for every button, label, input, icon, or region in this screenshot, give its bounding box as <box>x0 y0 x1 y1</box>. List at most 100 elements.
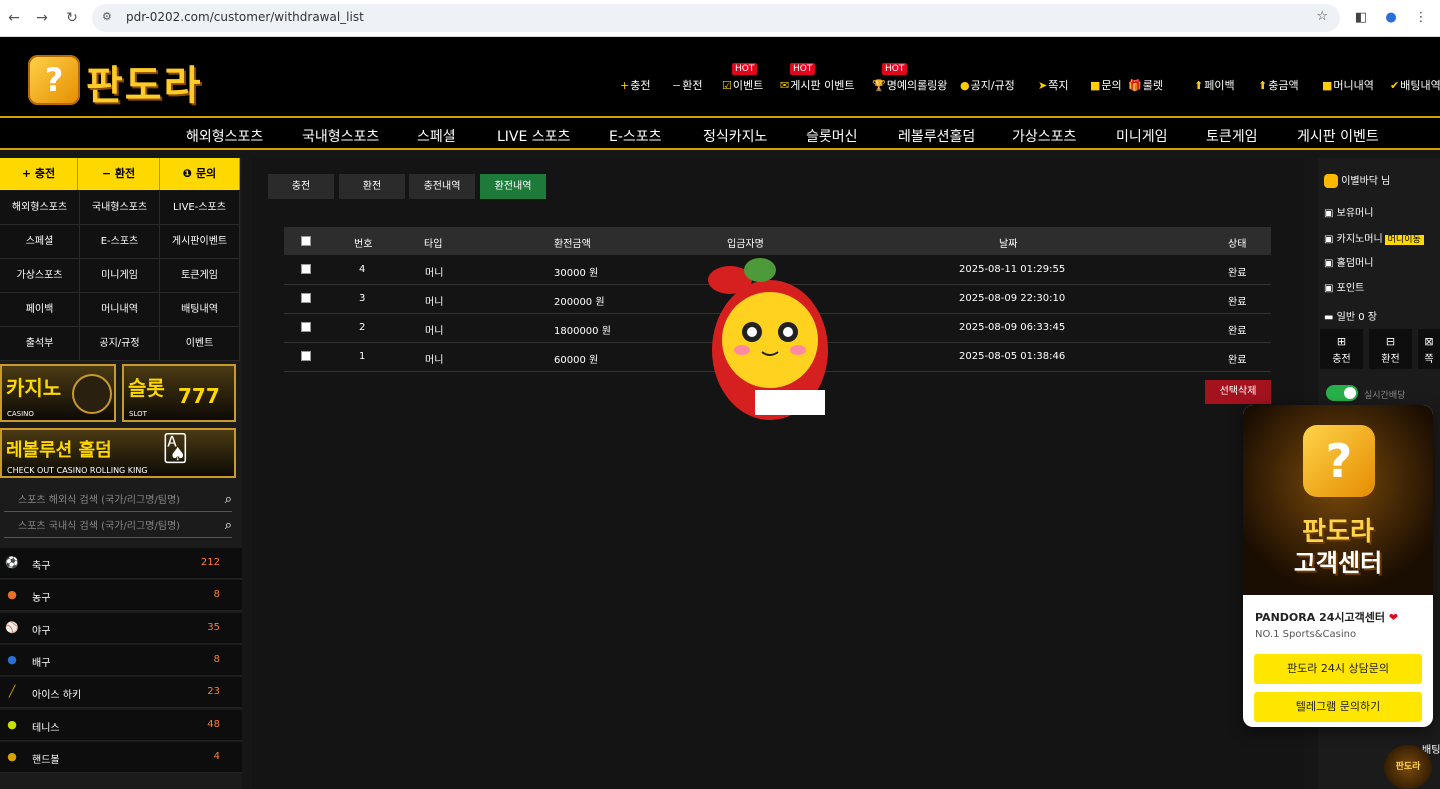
delete-selected-button[interactable]: 선택삭제 <box>1205 380 1271 404</box>
top-link-0[interactable]: +충전 <box>620 77 650 93</box>
sidebar-menu-item-7[interactable]: 미니게임 <box>80 259 160 293</box>
sport-icon: ● <box>7 717 17 731</box>
main-nav-item-5[interactable]: 정식카지노 <box>703 126 767 146</box>
sport-row[interactable]: ● 테니스 48 <box>0 709 242 741</box>
sidebar-menu-item-8[interactable]: 토큰게임 <box>160 259 240 293</box>
top-link-2[interactable]: ☑이벤트 HOT <box>722 63 763 93</box>
sport-row[interactable]: ● 농구 8 <box>0 580 242 612</box>
sport-name: 축구 <box>32 561 51 572</box>
main-nav-item-3[interactable]: LIVE 스포츠 <box>497 126 570 146</box>
top-link-7[interactable]: ■문의 <box>1090 77 1122 93</box>
row-checkbox[interactable] <box>301 293 311 303</box>
sidebar-menu-item-9[interactable]: 페이백 <box>0 293 80 327</box>
cell-amount: 1800000 원 <box>554 326 611 337</box>
main-nav-item-4[interactable]: E-스포츠 <box>609 126 662 146</box>
top-link-label: 게시판 이벤트 <box>790 79 855 92</box>
logo-mark[interactable]: ? <box>28 55 80 105</box>
telegram-inquiry-button[interactable]: 텔레그램 문의하기 <box>1254 692 1422 722</box>
main-nav-item-1[interactable]: 국내형스포츠 <box>302 126 379 146</box>
bookmark-star-icon[interactable]: ☆ <box>1316 9 1328 24</box>
top-link-label: 룰렛 <box>1142 79 1163 92</box>
sidebar-menu-item-11[interactable]: 배팅내역 <box>160 293 240 327</box>
back-icon[interactable]: ← <box>4 8 24 28</box>
main-nav-item-10[interactable]: 토큰게임 <box>1206 126 1258 146</box>
consult-button[interactable]: 판도라 24시 상담문의 <box>1254 654 1422 684</box>
main-nav-item-2[interactable]: 스페셜 <box>417 126 456 146</box>
main-nav-item-8[interactable]: 가상스포츠 <box>1012 126 1076 146</box>
menu-kebab-icon[interactable]: ⋮ <box>1412 9 1430 27</box>
top-link-label: 충금액 <box>1268 79 1299 92</box>
sidebar-menu-item-13[interactable]: 공지/규정 <box>80 327 160 361</box>
panel-note-button[interactable]: ⊠ 쪽 <box>1418 329 1440 369</box>
sidebar-menu-item-1[interactable]: 국내형스포츠 <box>80 191 160 225</box>
row-checkbox[interactable] <box>301 264 311 274</box>
user-level-icon <box>1324 174 1338 188</box>
sidebar-menu-item-2[interactable]: LIVE-스포츠 <box>160 191 240 225</box>
profile-icon[interactable]: ● <box>1382 9 1400 27</box>
sidebar-inquiry-button[interactable]: ❶ 문의 <box>160 158 240 190</box>
top-link-9[interactable]: ⬆페이백 <box>1194 77 1235 93</box>
cell-status: 완료 <box>1228 355 1247 366</box>
sidebar-menu-item-4[interactable]: E-스포츠 <box>80 225 160 259</box>
logo-text[interactable]: 판도라 <box>86 53 202 111</box>
sport-row[interactable]: ⚽ 축구 212 <box>0 548 242 579</box>
domestic-search-input[interactable] <box>4 516 204 536</box>
sport-row[interactable]: ⚾ 야구 35 <box>0 612 242 644</box>
holdem-banner[interactable]: 레볼루션 홀덤 CHECK OUT CASINO ROLLING KING 🂡 <box>0 428 236 478</box>
toggle-knob <box>1344 387 1356 399</box>
sport-row[interactable]: ╱ 아이스 하키 23 <box>0 677 242 709</box>
top-link-icon: ● <box>960 79 970 92</box>
sport-row[interactable]: ● 핸드볼 4 <box>0 741 242 773</box>
panel-exchange-button[interactable]: ⊟ 환전 <box>1369 329 1412 369</box>
row-checkbox[interactable] <box>301 322 311 332</box>
sidebar-menu-item-14[interactable]: 이벤트 <box>160 327 240 361</box>
main-nav-item-9[interactable]: 미니게임 <box>1116 126 1168 146</box>
tab-0[interactable]: 충전 <box>268 174 334 199</box>
realtime-odds-toggle[interactable] <box>1326 385 1358 401</box>
sidebar-exchange-button[interactable]: − 환전 <box>78 158 160 190</box>
money-move-button[interactable]: 머니이동 <box>1384 235 1424 245</box>
site-info-icon[interactable]: ⚙ <box>102 10 112 23</box>
sport-icon: ╱ <box>8 685 16 699</box>
slot-banner[interactable]: 슬롯 SLOT 777 <box>122 364 236 422</box>
overseas-search-input[interactable] <box>4 490 204 510</box>
casino-banner[interactable]: 카지노 CASINO <box>0 364 116 422</box>
side-panel-icon[interactable]: ◧ <box>1352 9 1370 27</box>
tab-1[interactable]: 환전 <box>339 174 405 199</box>
top-link-4[interactable]: 🏆명예의롤링왕 HOT <box>872 63 947 93</box>
select-all-checkbox[interactable] <box>301 236 311 246</box>
address-bar[interactable]: ⚙ pdr-0202.com/customer/withdrawal_list … <box>92 4 1340 32</box>
cell-date: 2025-08-05 01:38:46 <box>959 351 1066 362</box>
main-nav-item-0[interactable]: 해외형스포츠 <box>186 126 263 146</box>
top-link-3[interactable]: ✉게시판 이벤트 HOT <box>780 63 855 93</box>
top-link-11[interactable]: ■머니내역 <box>1322 77 1374 93</box>
top-link-1[interactable]: −환전 <box>672 77 702 93</box>
top-link-6[interactable]: ➤쪽지 <box>1038 77 1068 93</box>
tab-3[interactable]: 환전내역 <box>480 174 546 199</box>
top-link-10[interactable]: ⬆충금액 <box>1258 77 1299 93</box>
customer-center-float-button[interactable]: 판도라 <box>1384 745 1432 789</box>
main-nav-item-6[interactable]: 슬롯머신 <box>806 126 858 146</box>
sport-name: 배구 <box>32 657 51 669</box>
main-nav-item-7[interactable]: 레볼루션홀덤 <box>898 126 975 146</box>
tab-2[interactable]: 충전내역 <box>409 174 475 199</box>
main-nav-item-11[interactable]: 게시판 이벤트 <box>1297 126 1379 146</box>
sidebar-charge-button[interactable]: + 충전 <box>0 158 78 190</box>
top-link-5[interactable]: ●공지/규정 <box>960 77 1015 93</box>
sidebar-menu-item-10[interactable]: 머니내역 <box>80 293 160 327</box>
sidebar-menu-item-5[interactable]: 게시판이벤트 <box>160 225 240 259</box>
panel-charge-button[interactable]: ⊞ 충전 <box>1320 329 1363 369</box>
top-link-12[interactable]: ✔배팅내역 <box>1390 77 1440 93</box>
row-checkbox[interactable] <box>301 351 311 361</box>
sidebar-menu-item-0[interactable]: 해외형스포츠 <box>0 191 80 225</box>
sport-row[interactable]: ● 배구 8 <box>0 644 242 676</box>
sidebar-menu-item-3[interactable]: 스페셜 <box>0 225 80 259</box>
reload-icon[interactable]: ↻ <box>62 8 82 28</box>
forward-icon[interactable]: → <box>32 8 52 28</box>
top-link-8[interactable]: 🎁룰렛 <box>1128 77 1163 93</box>
sidebar-menu-item-12[interactable]: 출석부 <box>0 327 80 361</box>
search-icon[interactable]: ⌕ <box>225 518 232 533</box>
top-link-label: 배팅내역 <box>1400 79 1440 92</box>
sidebar-menu-item-6[interactable]: 가상스포츠 <box>0 259 80 293</box>
search-icon[interactable]: ⌕ <box>225 492 232 507</box>
